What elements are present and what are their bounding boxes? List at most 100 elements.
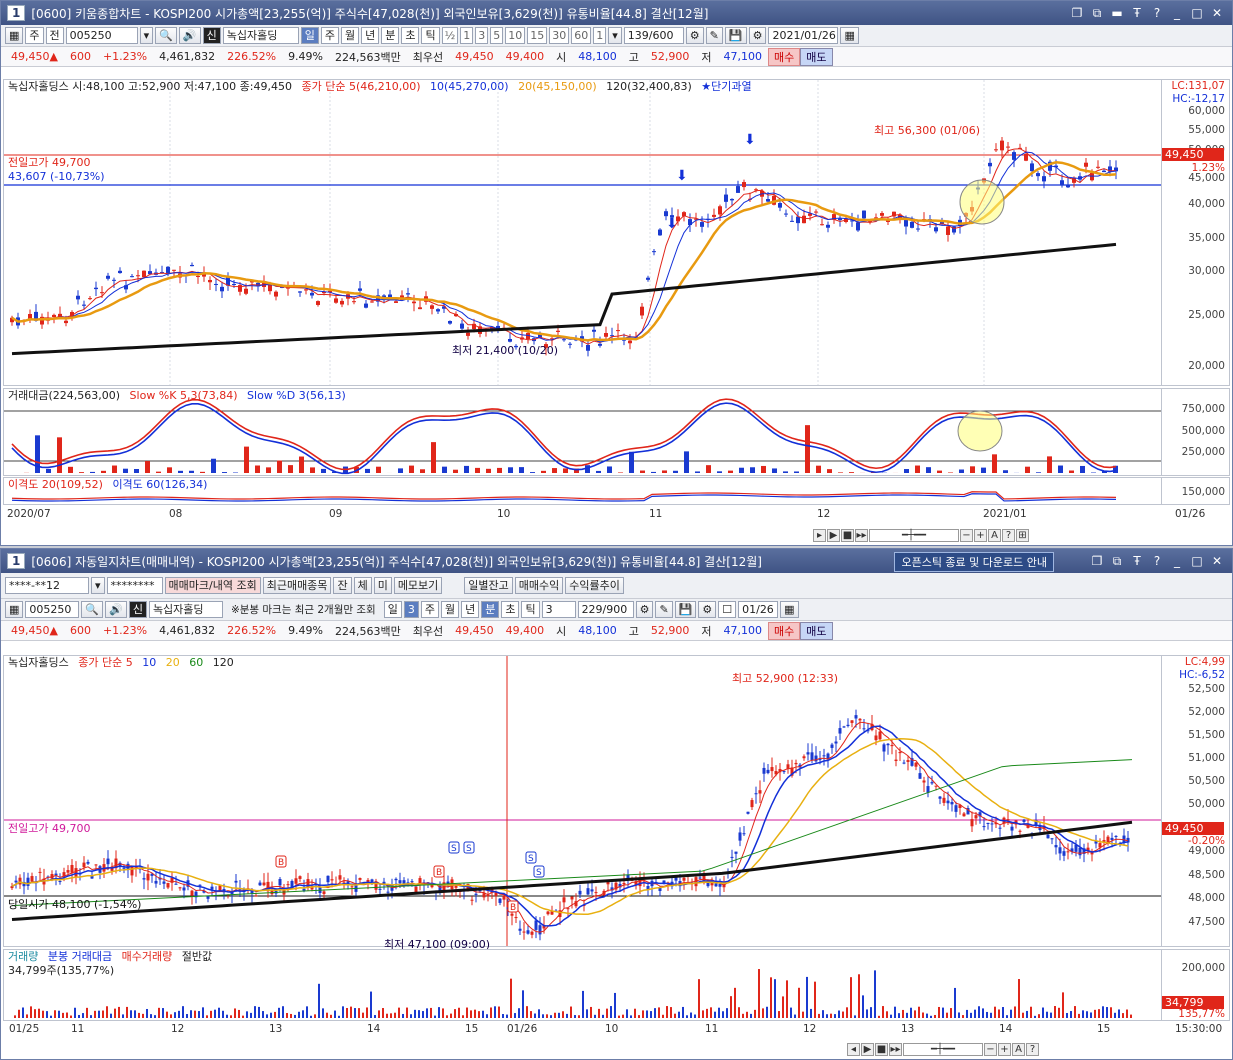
account-dropdown-icon[interactable]: ▾: [91, 577, 105, 594]
period-second[interactable]: 초: [501, 601, 520, 618]
date-input[interactable]: 01/26: [738, 601, 779, 618]
period-day[interactable]: 일: [300, 27, 319, 44]
interval-dropdown-icon[interactable]: ▾: [608, 27, 622, 44]
stop-icon[interactable]: ■: [875, 1042, 888, 1056]
zoom-slider[interactable]: ━┼━━: [903, 1042, 983, 1056]
restore-icon[interactable]: ❐: [1090, 554, 1104, 569]
zoom-slider[interactable]: ━┼━━: [869, 528, 959, 542]
search-icon[interactable]: 🔍: [155, 27, 177, 44]
period-second[interactable]: 초: [401, 27, 420, 44]
chart-type-select[interactable]: 주: [25, 27, 44, 44]
calendar-icon[interactable]: ▦: [780, 601, 799, 618]
interval-10[interactable]: 10: [505, 27, 526, 44]
close-icon[interactable]: ✕: [1210, 6, 1224, 21]
count-input[interactable]: 139/600: [623, 27, 684, 44]
prev-icon[interactable]: ◂: [847, 1042, 860, 1056]
stock-code-input[interactable]: 005250: [25, 601, 80, 618]
buy-button[interactable]: 매수: [768, 621, 801, 640]
top-indicator-panel[interactable]: 거래대금(224,563,00) Slow %K 5,3(73,84) Slow…: [3, 388, 1230, 476]
end-icon[interactable]: ▸▸: [889, 1042, 902, 1056]
max-icon[interactable]: □: [1190, 554, 1204, 569]
top-disparity-panel[interactable]: 이격도 20(109,52) 이격도 60(126,34) 150,000: [3, 477, 1230, 505]
close-icon[interactable]: ✕: [1210, 554, 1224, 569]
restore-icon[interactable]: ❐: [1070, 6, 1084, 21]
zoom-in-icon[interactable]: +: [974, 528, 987, 542]
top-titlebar[interactable]: 1 [0600] 키움종합차트 - KOSPI200 시가총액[23,255(억…: [1, 1, 1232, 25]
account-input[interactable]: ****-**12: [5, 577, 89, 594]
min-icon[interactable]: _: [1170, 554, 1184, 569]
recent-trades-button[interactable]: 최근매매종목: [262, 577, 332, 594]
layout-icon[interactable]: ▦: [5, 601, 24, 618]
search-icon[interactable]: 🔍: [81, 601, 104, 618]
pin-icon[interactable]: Ŧ: [1130, 554, 1144, 569]
period-minute[interactable]: 분: [481, 601, 500, 618]
period-day-count[interactable]: 3: [403, 601, 419, 618]
link-icon[interactable]: ⧉: [1090, 6, 1104, 21]
interval-input[interactable]: 1: [593, 27, 607, 44]
period-day[interactable]: 일: [383, 601, 402, 618]
trade-mark-query-button[interactable]: 매매마크/내역 조회: [164, 577, 261, 594]
bottom-price-panel[interactable]: 녹십자홀딩스 종가 단순 5 10 20 60 120 BBSSSSB 전일고가…: [3, 655, 1230, 951]
question-icon[interactable]: ?: [1026, 1042, 1039, 1056]
max-icon[interactable]: □: [1190, 6, 1204, 21]
help-icon[interactable]: ?: [1150, 6, 1164, 21]
play-icon[interactable]: ▶: [861, 1042, 874, 1056]
buy-button[interactable]: 매수: [768, 47, 801, 66]
period-month[interactable]: 월: [340, 27, 360, 44]
period-tick[interactable]: 틱: [421, 27, 440, 44]
unfilled-button[interactable]: 미: [373, 577, 392, 594]
zoom-out-icon[interactable]: −: [984, 1042, 997, 1056]
zoom-in-icon[interactable]: +: [998, 1042, 1011, 1056]
date-input[interactable]: 2021/01/26: [768, 27, 839, 44]
interval-30[interactable]: 30: [549, 27, 570, 44]
bottom-titlebar[interactable]: 1 [0606] 자동일지차트(매매내역) - KOSPI200 시가총액[23…: [1, 549, 1232, 573]
interval-5[interactable]: 5: [490, 27, 504, 44]
sell-button[interactable]: 매도: [800, 47, 833, 66]
gear-icon[interactable]: ⚙: [698, 601, 717, 618]
draw-icon[interactable]: ✎: [655, 601, 673, 618]
minimize-icon[interactable]: ▬: [1110, 6, 1124, 21]
interval-60[interactable]: 60: [571, 27, 592, 44]
settings-grid-icon[interactable]: ⚙: [685, 27, 704, 44]
bottom-volume-panel[interactable]: 거래량 분봉 거래대금 매수거래량 절반값 34,799주(135,77%) 2…: [3, 949, 1230, 1021]
interval-1[interactable]: 1: [460, 27, 474, 44]
period-tick[interactable]: 틱: [521, 601, 540, 618]
settings-grid-icon[interactable]: ⚙: [635, 601, 654, 618]
dropdown-icon[interactable]: ▾: [139, 27, 154, 44]
zoom-out-icon[interactable]: −: [960, 528, 973, 542]
period-week[interactable]: 주: [320, 27, 339, 44]
end-icon[interactable]: ▸▸: [855, 528, 868, 542]
layout-icon[interactable]: ▦: [5, 27, 24, 44]
notice-button[interactable]: 오픈스틱 종료 및 다운로드 안내: [894, 552, 1054, 572]
play-icon[interactable]: ▶: [827, 528, 840, 542]
period-week[interactable]: 주: [420, 601, 439, 618]
interval-half[interactable]: ½: [441, 27, 459, 44]
password-input[interactable]: ********: [106, 577, 163, 594]
sell-button[interactable]: 매도: [800, 621, 833, 640]
interval-input[interactable]: 3: [541, 601, 576, 618]
pin-icon[interactable]: Ŧ: [1130, 6, 1144, 21]
question-icon[interactable]: ?: [1002, 528, 1015, 542]
text-icon[interactable]: A: [988, 528, 1001, 542]
period-year[interactable]: 년: [361, 27, 380, 44]
min-icon[interactable]: _: [1170, 6, 1184, 21]
stop-icon[interactable]: ■: [841, 528, 854, 542]
top-price-panel[interactable]: 녹십자홀딩스 시:48,100 고:52,900 저:47,100 종:49,4…: [3, 79, 1230, 386]
period-year[interactable]: 년: [461, 601, 480, 618]
save-icon[interactable]: 💾: [674, 601, 697, 618]
sound-icon[interactable]: 🔊: [105, 601, 127, 618]
balance-button[interactable]: 잔: [333, 577, 352, 594]
scroll-right-icon[interactable]: ▸: [813, 528, 826, 542]
checkbox[interactable]: ☐: [718, 601, 737, 618]
text-icon[interactable]: A: [1012, 1042, 1025, 1056]
link-icon[interactable]: ⧉: [1110, 554, 1124, 569]
return-trend-button[interactable]: 수익률추이: [565, 577, 624, 594]
gear-icon[interactable]: ⚙: [748, 27, 767, 44]
interval-3[interactable]: 3: [475, 27, 489, 44]
memo-button[interactable]: 메모보기: [393, 577, 443, 594]
save-icon[interactable]: 💾: [724, 27, 747, 44]
filled-button[interactable]: 체: [353, 577, 372, 594]
help-icon[interactable]: ?: [1150, 554, 1164, 569]
price-type-select[interactable]: 전: [45, 27, 64, 44]
period-month[interactable]: 월: [440, 601, 460, 618]
